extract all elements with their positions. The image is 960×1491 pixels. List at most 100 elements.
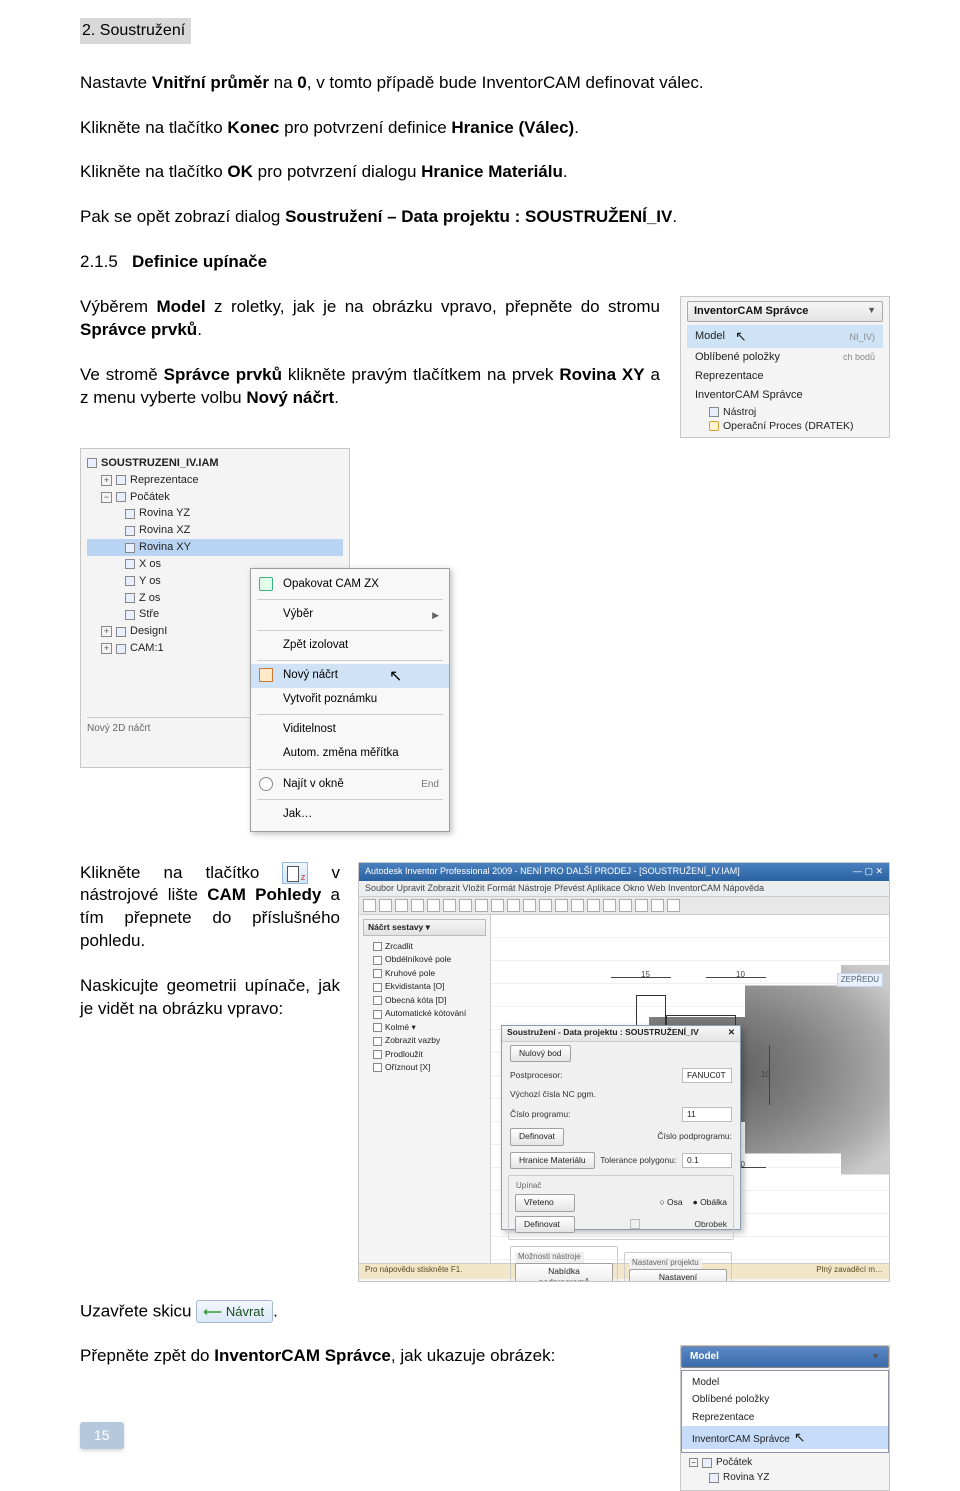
ctx-item[interactable]: Vytvořit poznámku <box>251 688 449 712</box>
dimension: 15 <box>641 970 650 981</box>
ctx-item[interactable]: Výběr▶ <box>251 603 449 627</box>
tb-icon[interactable] <box>523 899 536 912</box>
toolbar[interactable] <box>359 897 889 915</box>
ctx-item[interactable]: Najít v okněEnd <box>251 773 449 797</box>
tb-icon[interactable] <box>507 899 520 912</box>
panel-item[interactable]: Obecná kóta [D] <box>363 994 486 1007</box>
menu-item[interactable]: Oblíbené položkych bodů <box>687 348 883 367</box>
ctx-item[interactable]: Zpět izolovat <box>251 634 449 658</box>
panel-item[interactable]: Obdélníkové pole <box>363 953 486 966</box>
tb-icon[interactable] <box>395 899 408 912</box>
group-tool: Možnosti nástrojeNabídka podprogramů <box>510 1246 618 1281</box>
navrat-button[interactable]: ⟵Návrat <box>196 1300 273 1324</box>
dropdown-button[interactable]: Model▼ <box>681 1346 889 1368</box>
panel-item[interactable]: Kruhové pole <box>363 967 486 980</box>
tree-row-selected[interactable]: Rovina XY <box>87 539 343 556</box>
tree-row[interactable]: +Reprezentace <box>87 472 343 489</box>
window-titlebar: Autodesk Inventor Professional 2009 - NE… <box>359 863 889 881</box>
menu-item[interactable]: Model <box>682 1374 888 1392</box>
menu-item[interactable]: Oblíbené položky <box>682 1391 888 1409</box>
sketch-icon <box>259 668 273 682</box>
tb-icon[interactable] <box>651 899 664 912</box>
panel-item[interactable]: Oříznout [X] <box>363 1061 486 1074</box>
window-controls[interactable]: — ▢ ✕ <box>853 865 883 879</box>
btn-definovat2[interactable]: Definovat <box>515 1216 575 1233</box>
panel-item[interactable]: Automatické kótování <box>363 1007 486 1020</box>
program-num-input[interactable]: 11 <box>682 1107 732 1122</box>
sketch-panel: Náčrt sestavy ▾ Zrcadlit Obdélníkové pol… <box>359 915 491 1263</box>
panel-item[interactable]: Ekvidistanta [O] <box>363 980 486 993</box>
page-number: 15 <box>80 1422 124 1449</box>
folder-icon <box>116 475 126 485</box>
paragraph-9: Uzavřete skicu ⟵Návrat. <box>80 1300 890 1324</box>
dialog-title: Soustružení - Data projektu : SOUSTRUŽEN… <box>502 1026 740 1042</box>
radio-group[interactable]: OsaObálka <box>659 1197 727 1208</box>
plane-icon <box>709 1473 719 1483</box>
figure-model-dropdown-2: Model▼ Model Oblíbené položky Reprezenta… <box>680 1345 890 1491</box>
menu-item-selected[interactable]: InventorCAM Správce↖ <box>682 1426 888 1449</box>
tb-icon[interactable] <box>587 899 600 912</box>
tree-row[interactable]: Rovina YZ <box>689 1470 881 1486</box>
process-icon <box>709 421 719 431</box>
tb-icon[interactable] <box>619 899 632 912</box>
tb-icon[interactable] <box>475 899 488 912</box>
panel-item[interactable]: Prodloužit <box>363 1048 486 1061</box>
tb-icon[interactable] <box>459 899 472 912</box>
menu-item-model[interactable]: Model↖NI_IV) <box>687 325 883 348</box>
tb-icon[interactable] <box>491 899 504 912</box>
btn-vreteno[interactable]: Vřeteno <box>515 1194 575 1211</box>
cam-view-button-icon[interactable] <box>282 862 308 884</box>
close-icon[interactable]: ✕ <box>728 1027 735 1040</box>
panel-item[interactable]: Zrcadlit <box>363 940 486 953</box>
dropdown-title[interactable]: InventorCAM Správce▼ <box>687 301 883 322</box>
back-arrow-icon: ⟵ <box>203 1304 222 1319</box>
menu-item[interactable]: Reprezentace <box>687 367 883 386</box>
dimension: 10 <box>761 1070 770 1081</box>
tb-icon[interactable] <box>539 899 552 912</box>
tree-row[interactable]: Rovina YZ <box>87 505 343 522</box>
tb-icon[interactable] <box>667 899 680 912</box>
menubar[interactable]: Soubor Upravit Zobrazit Vložit Formát Ná… <box>359 881 889 897</box>
panel-item[interactable]: Zobrazit vazby <box>363 1034 486 1047</box>
btn-nulovy[interactable]: Nulový bod <box>510 1045 571 1062</box>
tb-icon[interactable] <box>571 899 584 912</box>
tree-row[interactable]: Rovina XZ <box>87 522 343 539</box>
menu-item[interactable]: Reprezentace <box>682 1409 888 1427</box>
btn-settings[interactable]: Nastavení <box>629 1269 727 1282</box>
tolerance-input[interactable]: 0.1 <box>682 1153 732 1168</box>
ctx-item-selected[interactable]: Nový náčrt↖ <box>251 664 449 688</box>
checkbox[interactable] <box>630 1219 640 1229</box>
find-icon <box>259 777 273 791</box>
view-label[interactable]: ZEPŘEDU <box>837 973 883 988</box>
tree-row[interactable]: −Počátek <box>87 489 343 506</box>
postprocessor-select[interactable]: FANUC0T <box>682 1068 732 1083</box>
tb-icon[interactable] <box>411 899 424 912</box>
panel-item[interactable]: Kolmé ▾ <box>363 1021 486 1034</box>
ctx-item[interactable]: Viditelnost <box>251 718 449 742</box>
axis-icon <box>125 576 135 586</box>
ctx-item[interactable]: Opakovat CAM ZX <box>251 573 449 597</box>
ctx-item[interactable]: Jak… <box>251 803 449 827</box>
paragraph-10: Přepněte zpět do InventorCAM Správce, ja… <box>80 1345 660 1368</box>
btn-tooloptions[interactable]: Nabídka podprogramů <box>515 1263 613 1282</box>
tree-row[interactable]: −Počátek <box>689 1455 881 1471</box>
drawing-canvas[interactable]: ZEPŘEDU 15 10 10 10 Soustružení - Data p… <box>491 915 889 1263</box>
tb-icon[interactable] <box>427 899 440 912</box>
btn-definovat[interactable]: Definovat <box>510 1128 564 1145</box>
cam-icon <box>116 644 126 654</box>
folder-icon <box>116 492 126 502</box>
panel-title[interactable]: Náčrt sestavy ▾ <box>363 919 486 936</box>
tb-icon[interactable] <box>635 899 648 912</box>
tb-icon[interactable] <box>555 899 568 912</box>
ctx-item[interactable]: Autom. změna měřítka <box>251 742 449 766</box>
tb-icon[interactable] <box>363 899 376 912</box>
tb-icon[interactable] <box>603 899 616 912</box>
point-icon <box>125 610 135 620</box>
cursor-icon: ↖ <box>735 327 747 346</box>
tb-icon[interactable] <box>443 899 456 912</box>
btn-hranice[interactable]: Hranice Materiálu <box>510 1152 595 1169</box>
group-upinac: Upínač Vřeteno OsaObálka Definovat Obrob… <box>508 1175 734 1240</box>
menu-item[interactable]: InventorCAM Správce <box>687 386 883 405</box>
tb-icon[interactable] <box>379 899 392 912</box>
tree-root[interactable]: SOUSTRUZENI_IV.IAM <box>87 455 343 472</box>
